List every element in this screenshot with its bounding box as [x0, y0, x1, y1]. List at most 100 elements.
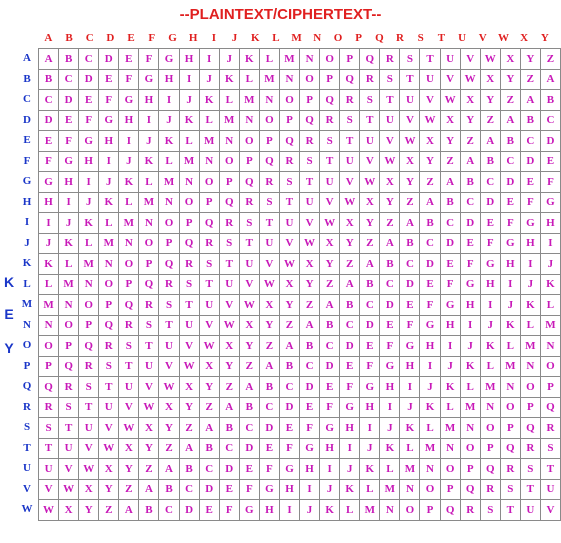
- cipher-cell: Q: [158, 253, 180, 275]
- cipher-cell: Z: [539, 48, 561, 70]
- cipher-cell: F: [319, 396, 341, 418]
- cipher-cell: G: [519, 212, 541, 234]
- cipher-cell: S: [319, 130, 341, 152]
- cipher-cell: I: [178, 68, 200, 90]
- cipher-cell: V: [399, 109, 421, 131]
- cipher-cell: B: [399, 232, 421, 254]
- cipher-cell: U: [419, 68, 441, 90]
- cipher-cell: M: [37, 294, 60, 316]
- cipher-cell: J: [339, 458, 361, 480]
- cipher-cell: Z: [379, 212, 401, 234]
- cipher-cell: H: [539, 212, 561, 234]
- cipher-cell: K: [399, 417, 421, 439]
- cipher-cell: Y: [419, 150, 441, 172]
- table-row: BCDEFGHIJKLMNOPQRSTUVWXYZA: [37, 68, 561, 90]
- cipher-cell: Z: [519, 68, 541, 90]
- cipher-cell: Z: [98, 499, 120, 521]
- cipher-cell: M: [539, 314, 561, 336]
- cipher-cell: E: [37, 130, 60, 152]
- cipher-cell: A: [238, 376, 260, 398]
- cipher-cell: Z: [479, 109, 501, 131]
- cipher-cell: M: [439, 417, 461, 439]
- cipher-cell: A: [299, 314, 321, 336]
- cipher-cell: V: [379, 130, 401, 152]
- table-row: HIJKLMNOPQRSTUVWXYZABCDEFG: [37, 191, 561, 213]
- cipher-cell: K: [58, 232, 80, 254]
- cipher-cell: C: [539, 109, 561, 131]
- cipher-cell: B: [218, 417, 240, 439]
- header-letter: Y: [540, 32, 549, 44]
- cipher-cell: Z: [178, 417, 200, 439]
- cipher-cell: M: [118, 212, 140, 234]
- cipher-cell: F: [539, 171, 561, 193]
- cipher-cell: O: [519, 376, 541, 398]
- cipher-cell: D: [319, 355, 341, 377]
- cipher-cell: F: [439, 273, 461, 295]
- cipher-cell: N: [258, 89, 280, 111]
- cipher-cell: G: [539, 191, 561, 213]
- cipher-cell: L: [218, 89, 240, 111]
- header-letter: A: [44, 32, 53, 44]
- cipher-cell: R: [258, 171, 280, 193]
- cipher-cell: S: [218, 232, 240, 254]
- cipher-cell: Q: [539, 396, 561, 418]
- cipher-cell: O: [238, 130, 260, 152]
- cipher-cell: C: [198, 458, 220, 480]
- cipher-cell: U: [118, 376, 140, 398]
- cipher-cell: Y: [479, 89, 501, 111]
- cipher-cell: Q: [359, 48, 381, 70]
- cipher-cell: Q: [499, 437, 521, 459]
- header-letter: W: [497, 32, 509, 44]
- cipher-cell: J: [58, 212, 80, 234]
- row-label: F: [23, 154, 31, 167]
- cipher-cell: H: [339, 417, 361, 439]
- cipher-cell: K: [118, 171, 140, 193]
- cipher-cell: O: [78, 294, 100, 316]
- table-row: OPQRSTUVWXYZABCDEFGHIJKLMN: [37, 335, 561, 357]
- cipher-cell: U: [178, 314, 200, 336]
- table-row: IJKLMNOPQRSTUVWXYZABCDEFGH: [37, 212, 561, 234]
- cipher-cell: R: [499, 458, 521, 480]
- cipher-cell: Y: [178, 396, 200, 418]
- row-label: J: [24, 236, 30, 249]
- cipher-cell: Q: [459, 478, 481, 500]
- cipher-cell: G: [399, 335, 421, 357]
- header-letter: T: [437, 32, 446, 44]
- cipher-cell: K: [238, 48, 260, 70]
- cipher-cell: E: [459, 232, 481, 254]
- row-label: B: [23, 72, 31, 85]
- cipher-cell: E: [319, 376, 341, 398]
- cipher-cell: L: [379, 458, 401, 480]
- cipher-cell: W: [439, 89, 461, 111]
- cipher-cell: B: [198, 437, 220, 459]
- cipher-cell: B: [539, 89, 561, 111]
- cipher-cell: H: [519, 232, 541, 254]
- cipher-cell: G: [379, 355, 401, 377]
- cipher-cell: O: [299, 68, 321, 90]
- header-letter: X: [520, 32, 529, 44]
- cipher-cell: T: [78, 396, 100, 418]
- cipher-cell: X: [118, 437, 140, 459]
- cipher-cell: L: [359, 478, 381, 500]
- cipher-cell: T: [98, 376, 120, 398]
- cipher-cell: F: [118, 68, 140, 90]
- table-row: WXYZABCDEFGHIJKLMNOPQRSTUV: [37, 499, 561, 521]
- cipher-cell: N: [178, 171, 200, 193]
- cipher-cell: H: [399, 355, 421, 377]
- cipher-cell: R: [319, 109, 341, 131]
- header-letter: J: [231, 32, 238, 44]
- cipher-cell: U: [258, 232, 280, 254]
- cipher-cell: B: [379, 253, 401, 275]
- cipher-cell: D: [78, 68, 100, 90]
- cipher-cell: U: [98, 396, 120, 418]
- cipher-cell: X: [379, 171, 401, 193]
- header-letter: H: [188, 32, 198, 44]
- cipher-cell: J: [459, 335, 481, 357]
- cipher-cell: E: [299, 396, 321, 418]
- header-letter: O: [333, 32, 343, 44]
- cipher-cell: X: [299, 253, 321, 275]
- cipher-cell: O: [58, 314, 80, 336]
- cipher-cell: W: [399, 130, 421, 152]
- cipher-cell: Z: [419, 171, 441, 193]
- cipher-cell: X: [258, 294, 280, 316]
